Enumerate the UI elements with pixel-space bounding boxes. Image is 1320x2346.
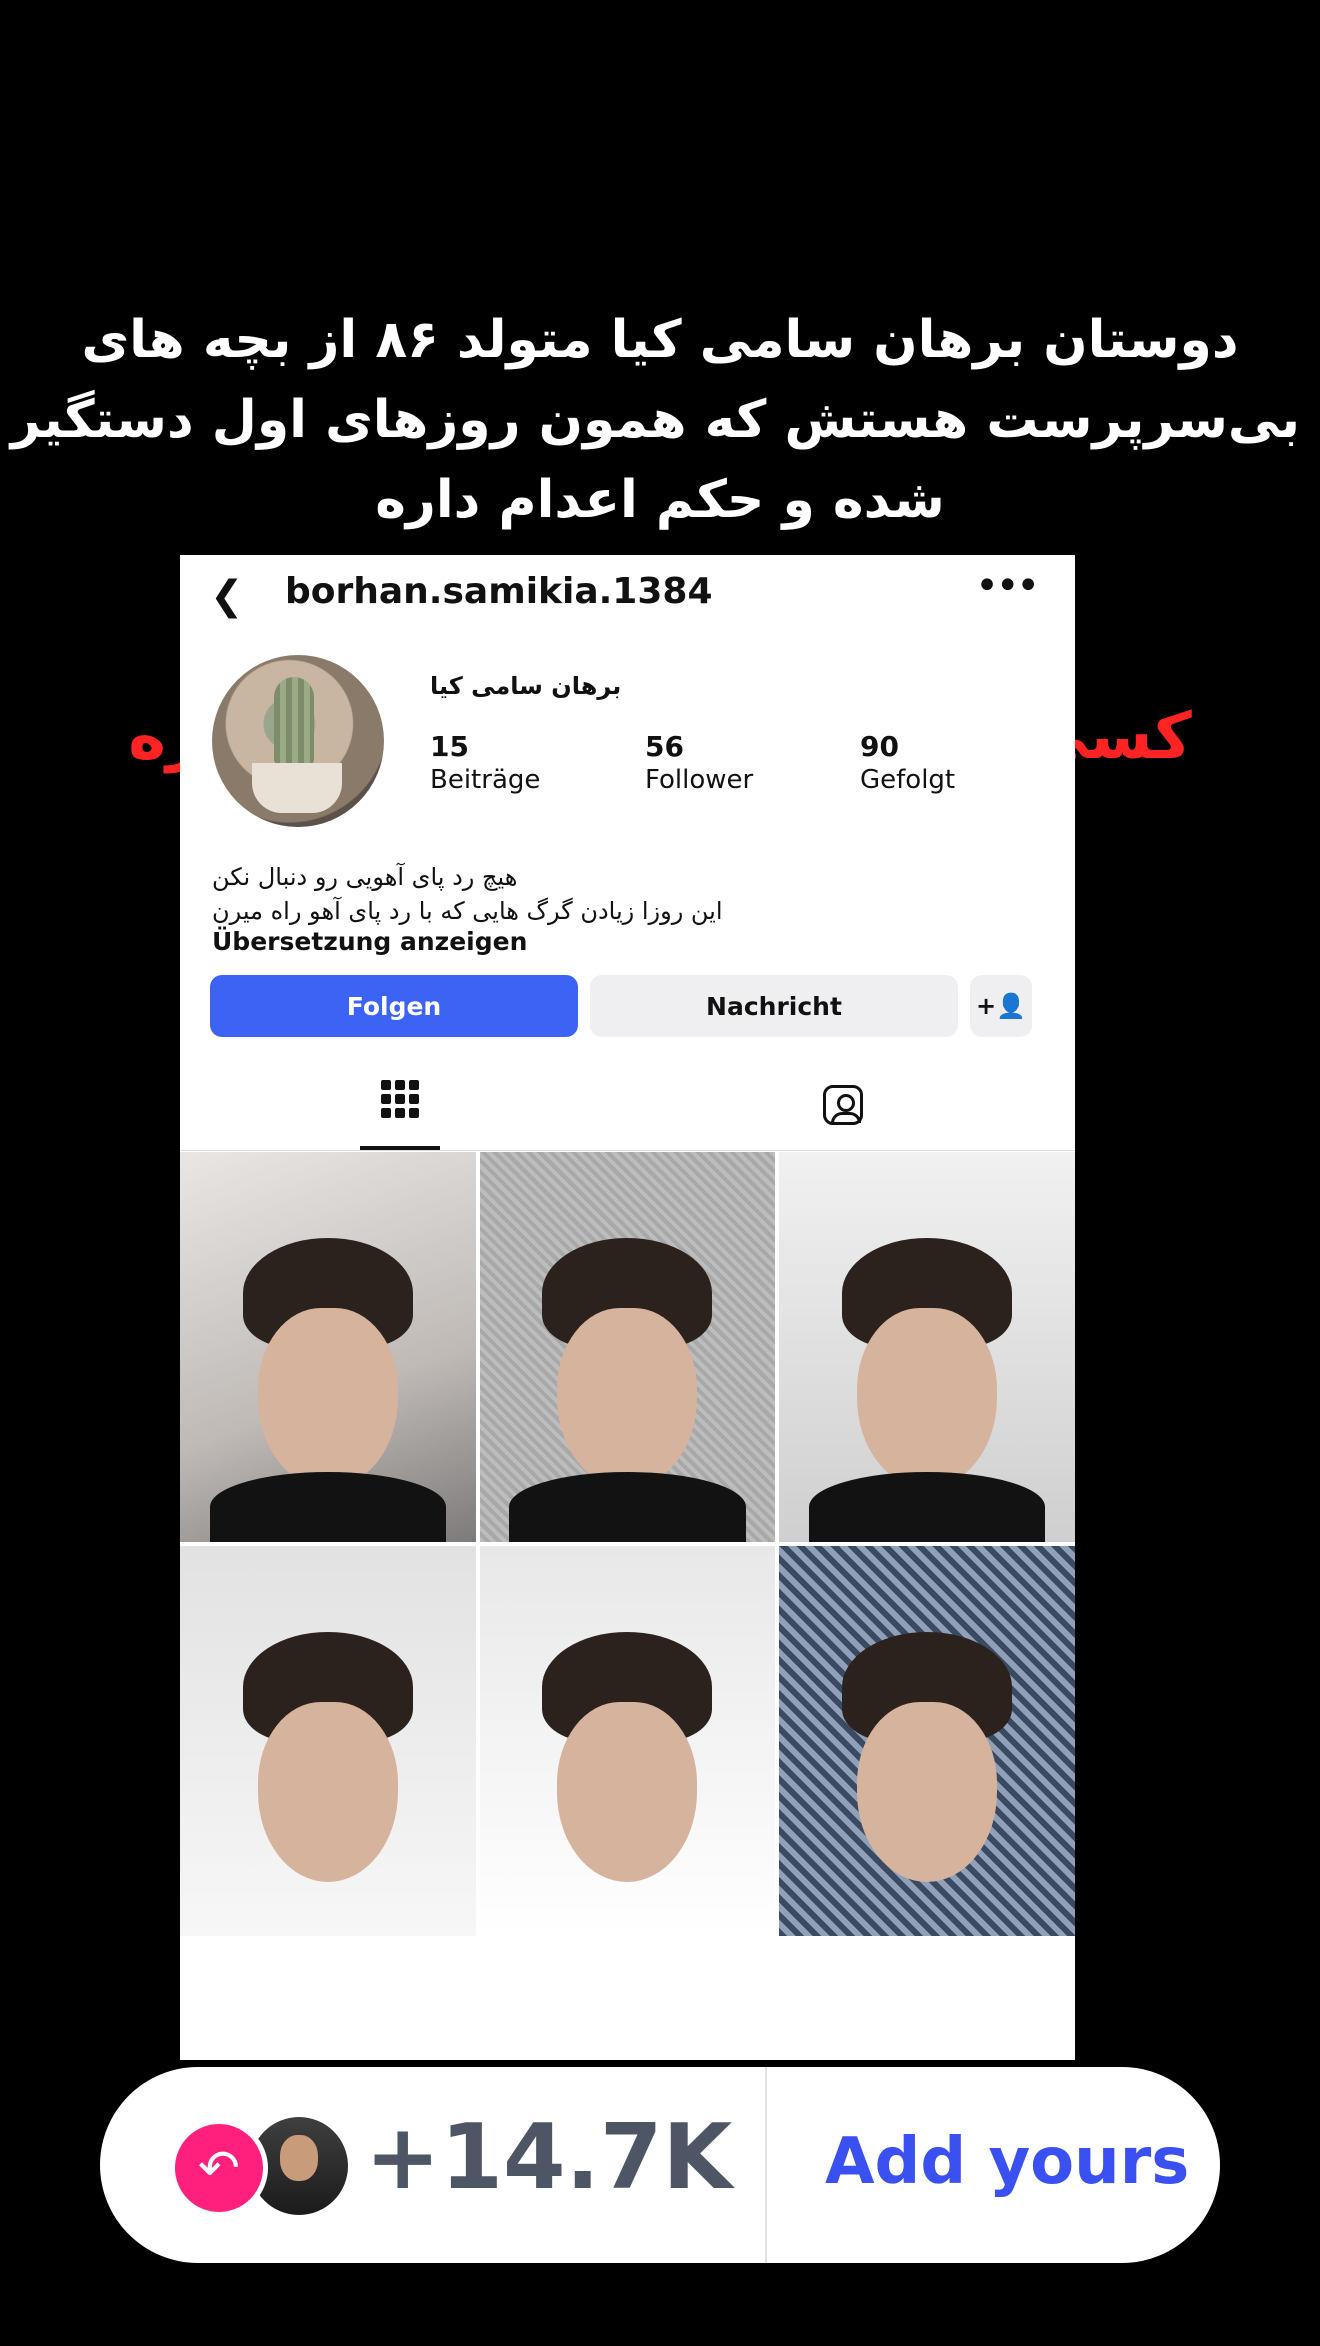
photo-tile[interactable] (180, 1152, 476, 1542)
add-user-icon[interactable]: +👤 (970, 975, 1032, 1037)
grid-icon (381, 1080, 419, 1118)
stat-value: 15 (430, 730, 469, 763)
more-dots-icon[interactable]: ••• (975, 563, 1040, 609)
translate-link[interactable]: Übersetzung anzeigen (212, 927, 527, 956)
stat-label: Gefolgt (860, 765, 956, 795)
profile-username: borhan.samikia.1384 (285, 571, 713, 612)
photo-tile[interactable] (180, 1546, 476, 1936)
caption-line: شده و حکم اعدام داره (375, 470, 945, 530)
profile-screenshot: ❮ borhan.samikia.1384 ••• برهان سامی کیا… (180, 555, 1075, 2060)
profile-bio: هیچ رد پای آهویی رو دنبال نکن این روزا ز… (212, 860, 1032, 928)
follow-button[interactable]: Folgen (210, 975, 578, 1037)
message-button[interactable]: Nachricht (590, 975, 958, 1037)
stat-value: 90 (860, 730, 899, 763)
caption-line: بی‌سرپرست هستش که همون روزهای اول دستگیر (10, 390, 1300, 450)
reply-arrow-icon[interactable]: ↶ (170, 2119, 268, 2217)
caption-line: دوستان برهان سامی کیا متولد ۸۶ از بچه ها… (81, 310, 1239, 370)
add-yours-sticker[interactable]: ↶ +14.7K Add yours (100, 2067, 1220, 2263)
photo-tile[interactable] (479, 1152, 776, 1542)
profile-topbar: ❮ borhan.samikia.1384 ••• (180, 555, 1075, 635)
tab-grid[interactable] (360, 1080, 440, 1150)
bio-line: هیچ رد پای آهویی رو دنبال نکن (212, 863, 518, 891)
profile-tabs (180, 1060, 1075, 1151)
photo-grid (180, 1152, 1075, 1936)
photo-tile[interactable] (779, 1152, 1075, 1542)
sticker-divider (765, 2067, 767, 2263)
stat-label: Beiträge (430, 765, 541, 795)
stat-value: 56 (645, 730, 684, 763)
cactus-image (274, 677, 314, 767)
add-yours-button[interactable]: Add yours (825, 2125, 1189, 2199)
stat-followers[interactable]: 56 Follower (645, 730, 753, 795)
profile-avatar[interactable] (212, 655, 384, 827)
stat-following[interactable]: 90 Gefolgt (860, 730, 955, 795)
tagged-icon[interactable] (823, 1085, 863, 1125)
back-chevron-icon[interactable]: ❮ (210, 573, 244, 619)
photo-tile[interactable] (779, 1546, 1075, 1936)
display-name: برهان سامی کیا (430, 672, 622, 700)
stat-label: Follower (645, 765, 754, 795)
photo-tile[interactable] (479, 1546, 776, 1936)
bio-line: این روزا زیادن گرگ هایی که با رد پای آهو… (212, 897, 723, 925)
participants-count: +14.7K (365, 2105, 733, 2210)
pot-image (252, 763, 342, 813)
stat-posts[interactable]: 15 Beiträge (430, 730, 540, 795)
